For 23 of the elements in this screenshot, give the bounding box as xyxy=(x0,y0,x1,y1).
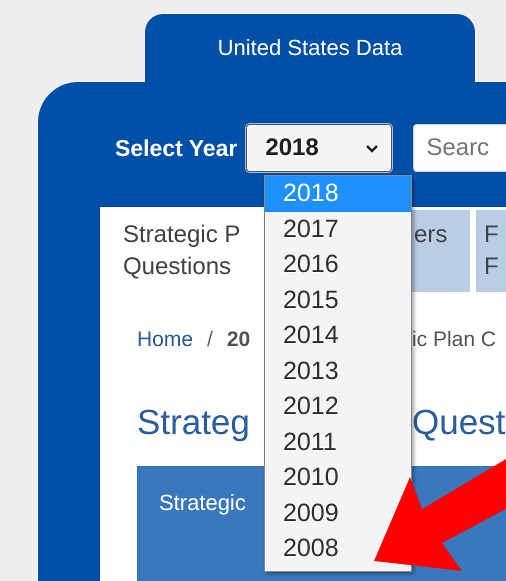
year-option[interactable]: 2014 xyxy=(265,318,345,354)
tab[interactable]: United States Data xyxy=(145,14,475,82)
column-header: Strategic xyxy=(159,490,246,515)
year-option[interactable]: 2011 xyxy=(265,424,343,460)
year-select[interactable]: 2018 xyxy=(246,124,392,172)
year-option[interactable]: 2010 xyxy=(265,460,345,496)
search-field[interactable]: Searc xyxy=(413,124,506,172)
breadcrumb-item: ic Plan C xyxy=(412,328,496,352)
year-option[interactable]: 2009 xyxy=(265,496,345,531)
select-year-label: Select Year xyxy=(115,134,238,162)
year-option[interactable]: 2016 xyxy=(265,247,345,282)
page-heading: Strateg xyxy=(136,403,251,443)
page-heading: Quest xyxy=(412,403,506,443)
year-option[interactable]: 2008 xyxy=(265,531,345,566)
breadcrumb-item: 20 xyxy=(226,328,250,352)
section-tab[interactable]: F F xyxy=(476,210,506,292)
year-option[interactable]: 2012 xyxy=(265,389,345,424)
breadcrumb-separator: / xyxy=(207,328,213,352)
year-option[interactable]: 2013 xyxy=(265,354,345,389)
breadcrumb-link[interactable]: Home xyxy=(137,328,194,352)
year-option[interactable]: 2015 xyxy=(265,282,345,318)
year-option[interactable]: 2017 xyxy=(265,212,345,247)
chevron-down-icon xyxy=(365,144,380,152)
